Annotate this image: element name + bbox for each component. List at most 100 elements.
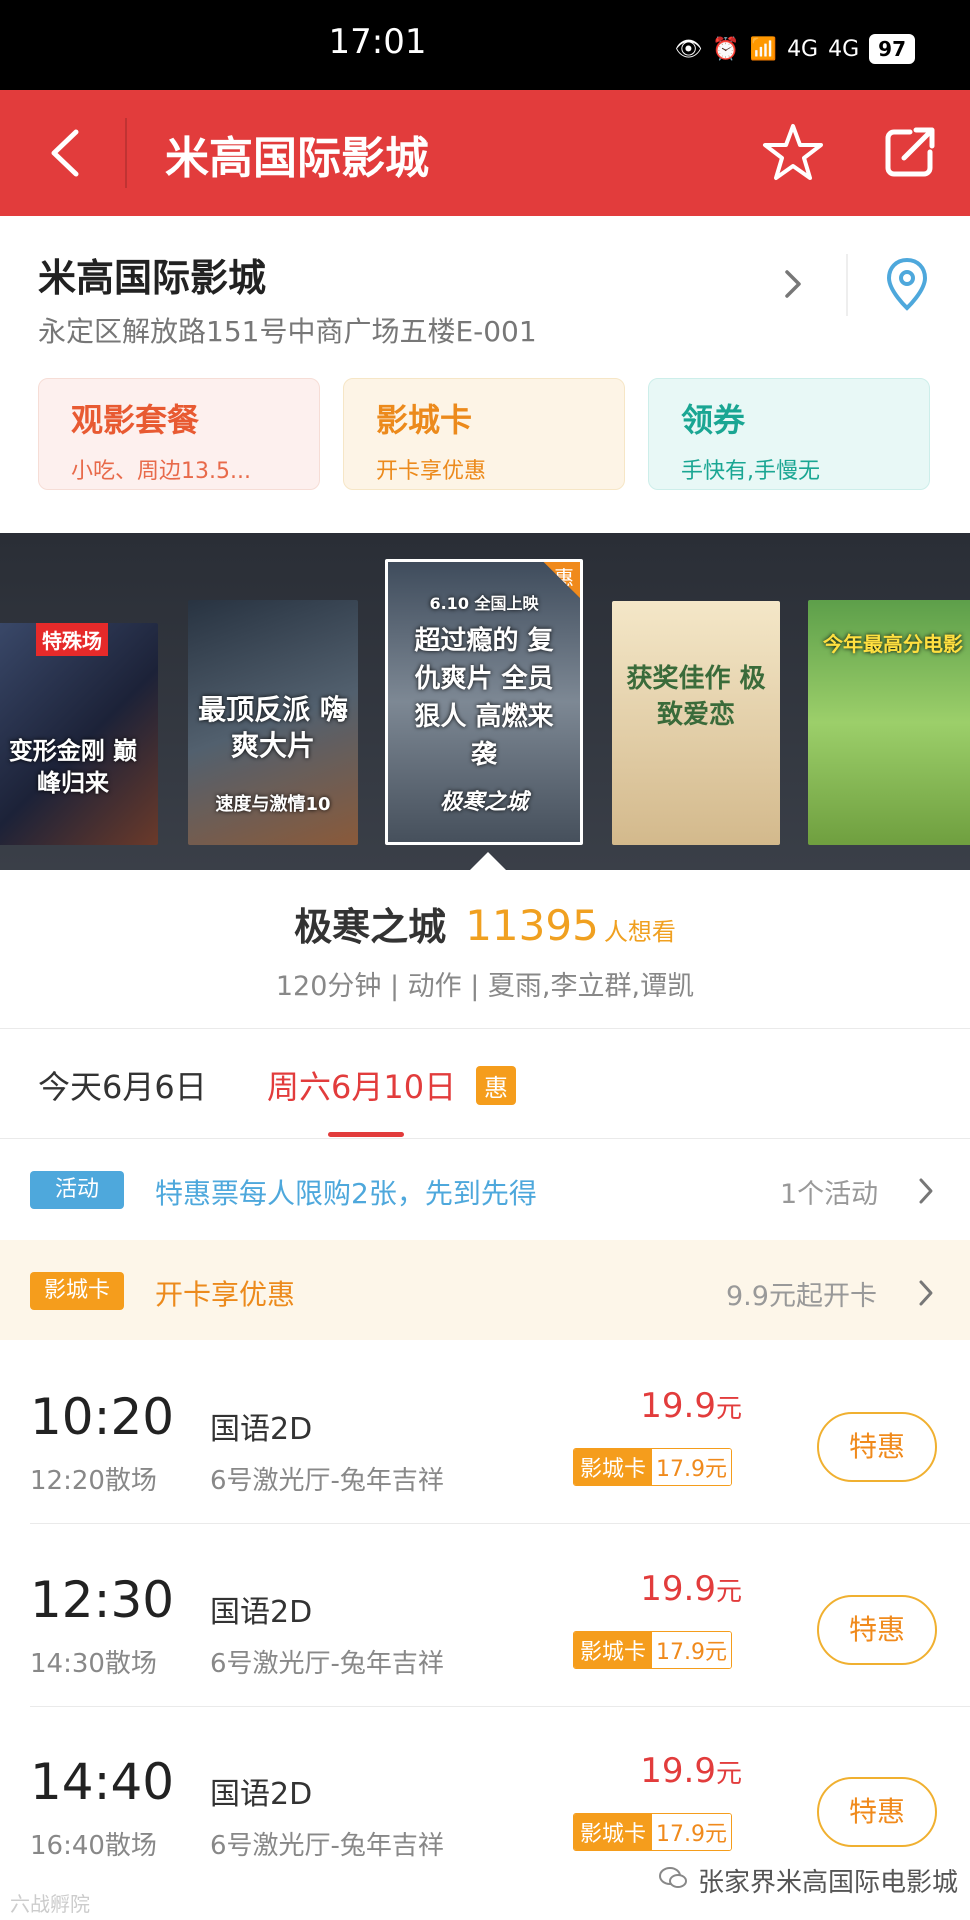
showtime-end: 16:40散场 (30, 1831, 157, 1861)
poster-title: 今年最高分电影 (823, 632, 963, 656)
date-tab-today[interactable]: 今天6月6日 (38, 1062, 207, 1108)
price-unit: 元 (715, 1759, 742, 1789)
status-bar: 17:01 👁 ⏰ 📶 4G 4G 97 (0, 0, 970, 90)
promo-title: 影城卡 (376, 401, 473, 439)
watermark-right: 张家界米高国际电影城 (698, 1868, 959, 1898)
promo-subtitle: 开卡享优惠 (376, 459, 487, 484)
promo-subtitle: 手快有,手慢无 (681, 459, 820, 484)
movie-poster-selected[interactable]: 惠 6.10 全国上映 超过瘾的 复仇爽片 全员狠人 高燃来袭 极寒之城 (385, 559, 583, 845)
showtime-row[interactable]: 10:20 12:20散场 国语2D 6号激光厅-兔年吉祥 19.9元 影城卡 1… (0, 1342, 970, 1524)
cinema-address[interactable]: 永定区解放路151号中商广场五楼E-001 (38, 310, 537, 350)
signal-2: 4G (828, 36, 860, 62)
price-value: 19.9 (640, 1569, 716, 1609)
card-price-value: 17.9元 (652, 1814, 732, 1850)
poster-title: 超过瘾的 复仇爽片 全员狠人 高燃来袭 (414, 626, 554, 770)
divider (30, 1523, 970, 1524)
promo-title: 观影套餐 (71, 401, 200, 439)
price-value: 19.9 (640, 1386, 716, 1426)
date-tab-saturday[interactable]: 周六6月10日 (267, 1062, 456, 1108)
showtime-end: 12:20散场 (30, 1466, 157, 1496)
alarm-icon: ⏰ (712, 36, 740, 62)
showtime-price: 19.9元 (600, 1569, 742, 1609)
divider (0, 1138, 970, 1139)
showtime-start: 14:40 (30, 1753, 175, 1811)
activity-count[interactable]: 1个活动 (780, 1172, 878, 1211)
movie-poster[interactable]: 特殊场 变形金刚 巅峰归来 (0, 623, 158, 845)
activity-text[interactable]: 特惠票每人限购2张，先到先得 (155, 1172, 537, 1212)
card-price-label: 影城卡 (574, 1449, 653, 1485)
promo-snack-package[interactable]: 观影套餐 小吃、周边13.5... (38, 378, 320, 490)
watermark-left: 六战孵院 (10, 1892, 90, 1916)
chevron-right-icon[interactable] (916, 1176, 936, 1206)
page-title: 米高国际影城 (165, 133, 429, 184)
battery-indicator: 97 (869, 34, 915, 64)
app-header: 米高国际影城 (0, 90, 970, 216)
eye-icon: 👁 (674, 36, 703, 62)
wifi-icon: 📶 (749, 36, 778, 62)
signal-1: 4G (787, 36, 819, 62)
status-time: 17:01 (328, 22, 427, 62)
showtime-hall: 6号激光厅-兔年吉祥 (210, 1649, 444, 1679)
movie-poster[interactable]: 获奖佳作 极致爱恋 (612, 601, 780, 845)
poster-title: 最顶反派 嗨爽大片 (198, 693, 348, 762)
header-divider (125, 118, 127, 188)
card-price-value: 17.9元 (652, 1449, 732, 1485)
selected-poster-pointer (470, 852, 506, 870)
poster-title: 变形金刚 巅峰归来 (8, 737, 138, 797)
showtime-start: 10:20 (30, 1388, 175, 1446)
card-price-tag: 影城卡 17.9元 (573, 1813, 733, 1851)
cinema-card-badge: 影城卡 (30, 1272, 124, 1310)
buy-ticket-button[interactable]: 特惠 (817, 1595, 937, 1665)
showtime-price: 19.9元 (600, 1751, 742, 1791)
cinema-card-text[interactable]: 开卡享优惠 (155, 1273, 295, 1313)
poster-subtitle: 极寒之城 (439, 790, 528, 815)
poster-subtitle: 速度与激情10 (215, 794, 331, 815)
movie-title-row: 极寒之城 11395 人想看 (0, 896, 970, 951)
location-icon[interactable] (884, 256, 930, 312)
card-price-tag: 影城卡 17.9元 (573, 1448, 733, 1486)
chevron-right-icon[interactable] (778, 266, 808, 302)
divider (0, 1028, 970, 1029)
promo-coupon[interactable]: 领券 手快有,手慢无 (648, 378, 930, 490)
cinema-card-price[interactable]: 9.9元起开卡 (726, 1274, 877, 1313)
status-icons: 👁 ⏰ 📶 4G 4G 97 (674, 34, 915, 64)
chevron-right-icon[interactable] (916, 1278, 936, 1308)
showtime-price: 19.9元 (600, 1386, 742, 1426)
star-icon[interactable] (760, 120, 826, 186)
poster-title: 获奖佳作 极致爱恋 (626, 664, 766, 730)
activity-badge: 活动 (30, 1171, 124, 1209)
want-to-see-label: 人想看 (603, 918, 676, 946)
cinema-name[interactable]: 米高国际影城 (38, 247, 266, 302)
promo-subtitle: 小吃、周边13.5... (71, 459, 251, 484)
special-screening-tag: 特殊场 (36, 623, 108, 656)
showtime-end: 14:30散场 (30, 1649, 157, 1679)
showtime-row[interactable]: 12:30 14:30散场 国语2D 6号激光厅-兔年吉祥 19.9元 影城卡 1… (0, 1525, 970, 1707)
movie-meta: 120分钟 | 动作 | 夏雨,李立群,谭凯 (275, 971, 695, 1002)
promo-title: 领券 (681, 401, 746, 439)
showtime-language: 国语2D (210, 1595, 313, 1630)
promo-cinema-card[interactable]: 影城卡 开卡享优惠 (343, 378, 625, 490)
card-price-value: 17.9元 (652, 1632, 732, 1668)
price-unit: 元 (715, 1577, 742, 1607)
date-discount-badge: 惠 (476, 1066, 516, 1105)
wechat-icon (659, 1867, 687, 1888)
movie-poster-carousel[interactable]: 特殊场 变形金刚 巅峰归来 最顶反派 嗨爽大片 速度与激情10 惠 6.10 全… (0, 533, 970, 870)
share-icon[interactable] (880, 122, 940, 182)
showtime-hall: 6号激光厅-兔年吉祥 (210, 1831, 444, 1861)
card-price-tag: 影城卡 17.9元 (573, 1631, 733, 1669)
movie-poster[interactable]: 今年最高分电影 (808, 600, 970, 845)
back-icon[interactable] (40, 120, 100, 186)
price-unit: 元 (715, 1394, 742, 1424)
showtime-language: 国语2D (210, 1412, 313, 1447)
card-price-label: 影城卡 (574, 1632, 653, 1668)
buy-ticket-button[interactable]: 特惠 (817, 1777, 937, 1847)
showtime-start: 12:30 (30, 1571, 175, 1629)
buy-ticket-button[interactable]: 特惠 (817, 1412, 937, 1482)
want-to-see-count: 11395 (465, 901, 599, 950)
active-tab-indicator (328, 1132, 404, 1137)
price-value: 19.9 (640, 1751, 716, 1791)
movie-poster[interactable]: 最顶反派 嗨爽大片 速度与激情10 (188, 600, 358, 845)
vertical-divider (846, 254, 848, 316)
card-price-label: 影城卡 (574, 1814, 653, 1850)
movie-title: 极寒之城 (294, 905, 447, 949)
